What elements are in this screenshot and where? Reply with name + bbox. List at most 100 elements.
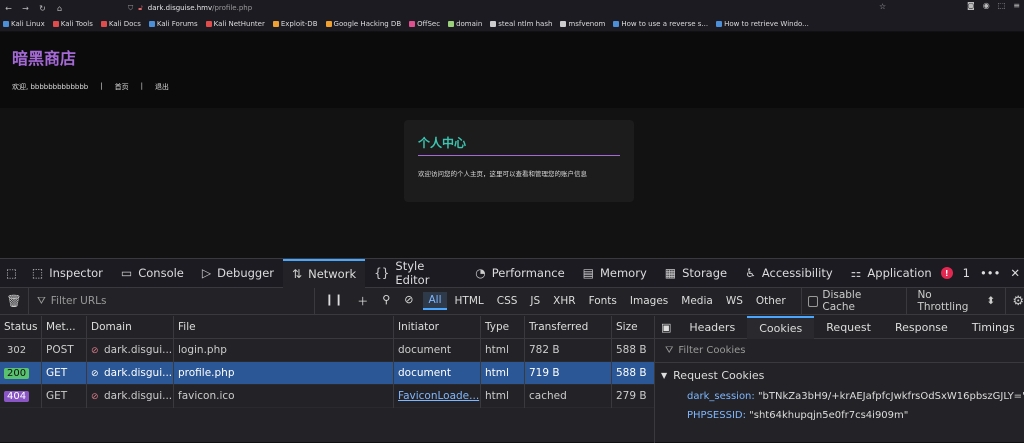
bookmark-label: Kali NetHunter xyxy=(213,19,265,28)
back-icon[interactable]: ← xyxy=(0,4,17,13)
tab-performance[interactable]: ◔ Performance xyxy=(466,259,573,288)
tab-label: Memory xyxy=(599,266,647,280)
tab-style-editor[interactable]: {} Style Editor xyxy=(365,259,466,288)
request-cookies-section[interactable]: ▼ Request Cookies xyxy=(655,363,1024,387)
close-icon[interactable]: ✕ xyxy=(1010,266,1020,280)
url-bar: ← → ↻ ⌂ ⛉ 🔓︎ dark.disguise.hmv/profile.p… xyxy=(0,0,1024,16)
account-icon[interactable]: ◉ xyxy=(983,1,990,10)
filter-type-xhr[interactable]: XHR xyxy=(548,293,580,309)
filter-type-other[interactable]: Other xyxy=(751,293,791,309)
inspector-icon: ⬚ xyxy=(31,266,44,280)
file-cell: login.php xyxy=(174,338,394,362)
details-tab-cookies[interactable]: Cookies xyxy=(747,315,815,339)
filter-type-media[interactable]: Media xyxy=(676,293,718,309)
tab-storage[interactable]: ▦ Storage xyxy=(656,259,736,288)
forward-icon[interactable]: → xyxy=(17,4,34,13)
tab-application[interactable]: ⚏ Application xyxy=(842,259,941,288)
cookie-row[interactable]: PHPSESSID: "sht64khupqjn5e0fr7cs4i909m" xyxy=(655,406,1024,425)
bookmark-item[interactable]: Google Hacking DB xyxy=(325,20,401,28)
home-icon[interactable]: ⌂ xyxy=(51,4,68,13)
domain-text: dark.disgui... xyxy=(104,343,173,356)
bookmark-item[interactable]: Exploit-DB xyxy=(272,20,318,28)
nav-home-link[interactable]: 首页 xyxy=(115,82,129,92)
reload-icon[interactable]: ↻ xyxy=(34,4,51,13)
error-icon[interactable]: ! xyxy=(940,267,953,279)
tab-memory[interactable]: ▤ Memory xyxy=(574,259,656,288)
filter-type-all[interactable]: All xyxy=(423,292,447,310)
details-tab-response[interactable]: Response xyxy=(883,316,960,339)
plus-icon[interactable]: ＋ xyxy=(357,293,368,309)
card-title: 个人中心 xyxy=(418,134,620,156)
bookmark-item[interactable]: Kali Tools xyxy=(52,20,93,28)
address-field[interactable]: ⛉ 🔓︎ dark.disguise.hmv/profile.php xyxy=(128,1,252,15)
performance-icon: ◔ xyxy=(475,266,486,280)
filter-type-ws[interactable]: WS xyxy=(721,293,748,309)
status-cell: 404 xyxy=(0,384,42,408)
bookmark-item[interactable]: domain xyxy=(448,20,482,28)
bookmark-item[interactable]: How to retrieve Windo... xyxy=(716,20,809,28)
bookmark-item[interactable]: OffSec xyxy=(409,20,440,28)
cookie-row[interactable]: dark_session: "bTNkZa3bH9/+krAEJafpfcJwk… xyxy=(655,387,1024,406)
column-header[interactable]: File xyxy=(174,315,394,339)
filter-type-js[interactable]: JS xyxy=(525,293,545,309)
details-tab-headers[interactable]: Headers xyxy=(677,316,747,339)
bookmark-item[interactable]: msfvenom xyxy=(560,20,605,28)
filter-urls-input[interactable]: ⛛ Filter URLs xyxy=(29,287,315,315)
search-icon[interactable]: ⚲ xyxy=(382,293,390,309)
status-badge: 200 xyxy=(4,367,30,379)
site-title: 暗黑商店 xyxy=(12,49,77,68)
column-header[interactable]: Status xyxy=(0,315,42,339)
details-panel-icon[interactable]: ▣ xyxy=(655,316,677,339)
filter-cookies-placeholder: Filter Cookies xyxy=(678,345,746,356)
tab-inspector[interactable]: ⬚ Inspector xyxy=(23,259,112,288)
more-options-icon[interactable]: ••• xyxy=(980,266,1000,280)
disable-cache-checkbox[interactable]: Disable Cache xyxy=(800,287,895,315)
extensions-icon[interactable]: ⬚ xyxy=(998,1,1006,10)
bookmark-star-icon[interactable]: ☆ xyxy=(879,2,886,11)
table-row[interactable]: 200 GET ⊘ dark.disgui... profile.php document… xyxy=(0,361,654,385)
bookmark-favicon-icon xyxy=(205,20,212,27)
column-header[interactable]: Initiator xyxy=(394,315,481,339)
element-picker-icon[interactable]: ⬚ xyxy=(0,259,23,288)
pause-icon[interactable]: ❙❙ xyxy=(325,293,343,309)
details-tab-timings[interactable]: Timings xyxy=(960,316,1024,339)
filter-type-css[interactable]: CSS xyxy=(492,293,523,309)
pocket-icon[interactable]: ◙ xyxy=(967,1,975,10)
bookmark-item[interactable]: Kali Forums xyxy=(148,20,198,28)
table-row[interactable]: 404 GET ⊘ dark.disgui... favicon.ico FaviconL… xyxy=(0,384,654,408)
column-header[interactable]: Transferred xyxy=(525,315,612,339)
domain-text: dark.disgui... xyxy=(104,389,173,402)
table-header: Status Met... Domain File Initiator Type Trans… xyxy=(0,315,654,339)
gear-icon[interactable]: ⚙ xyxy=(1005,287,1024,315)
throttling-select[interactable]: No Throttling ⬍ xyxy=(906,287,995,315)
tab-accessibility[interactable]: ♿︎ Accessibility xyxy=(736,259,842,288)
nav-logout-link[interactable]: 退出 xyxy=(155,82,169,92)
filter-cookies-input[interactable]: ⛛ Filter Cookies xyxy=(655,339,1024,363)
bookmark-item[interactable]: Kali NetHunter xyxy=(205,19,265,28)
tab-console[interactable]: ▭ Console xyxy=(112,259,193,288)
filter-type-images[interactable]: Images xyxy=(625,293,673,309)
checkbox-icon xyxy=(807,295,819,307)
initiator-text[interactable]: FaviconLoade... xyxy=(398,390,479,402)
details-tab-request[interactable]: Request xyxy=(814,316,883,339)
tab-debugger[interactable]: ▷ Debugger xyxy=(193,259,283,288)
column-header[interactable]: Type xyxy=(481,315,525,339)
bookmark-favicon-icon xyxy=(560,20,567,27)
trash-icon[interactable]: 🗑︎ xyxy=(0,287,29,315)
initiator-cell: FaviconLoade... xyxy=(394,384,481,408)
column-header[interactable]: Domain xyxy=(87,315,174,339)
table-row[interactable]: 302 POST ⊘ dark.disgui... login.php document h… xyxy=(0,338,654,362)
column-header[interactable]: Size xyxy=(612,316,654,339)
menu-icon[interactable]: ≡ xyxy=(1013,1,1020,10)
tab-network[interactable]: ⇅ Network xyxy=(283,258,366,288)
bookmark-item[interactable]: steal ntlm hash xyxy=(490,20,552,28)
tab-label: Performance xyxy=(491,266,565,280)
bookmark-item[interactable]: Kali Docs xyxy=(100,20,141,28)
bookmark-item[interactable]: How to use a reverse s... xyxy=(613,20,708,28)
block-icon[interactable]: ⊘ xyxy=(404,293,413,309)
site-nav: 欢迎, bbbbbbbbbbbbb | 首页 | 退出 xyxy=(12,82,1012,92)
bookmark-item[interactable]: Kali Linux xyxy=(3,20,45,28)
filter-type-fonts[interactable]: Fonts xyxy=(584,293,622,309)
filter-type-html[interactable]: HTML xyxy=(450,293,489,309)
column-header[interactable]: Met... xyxy=(42,315,87,339)
